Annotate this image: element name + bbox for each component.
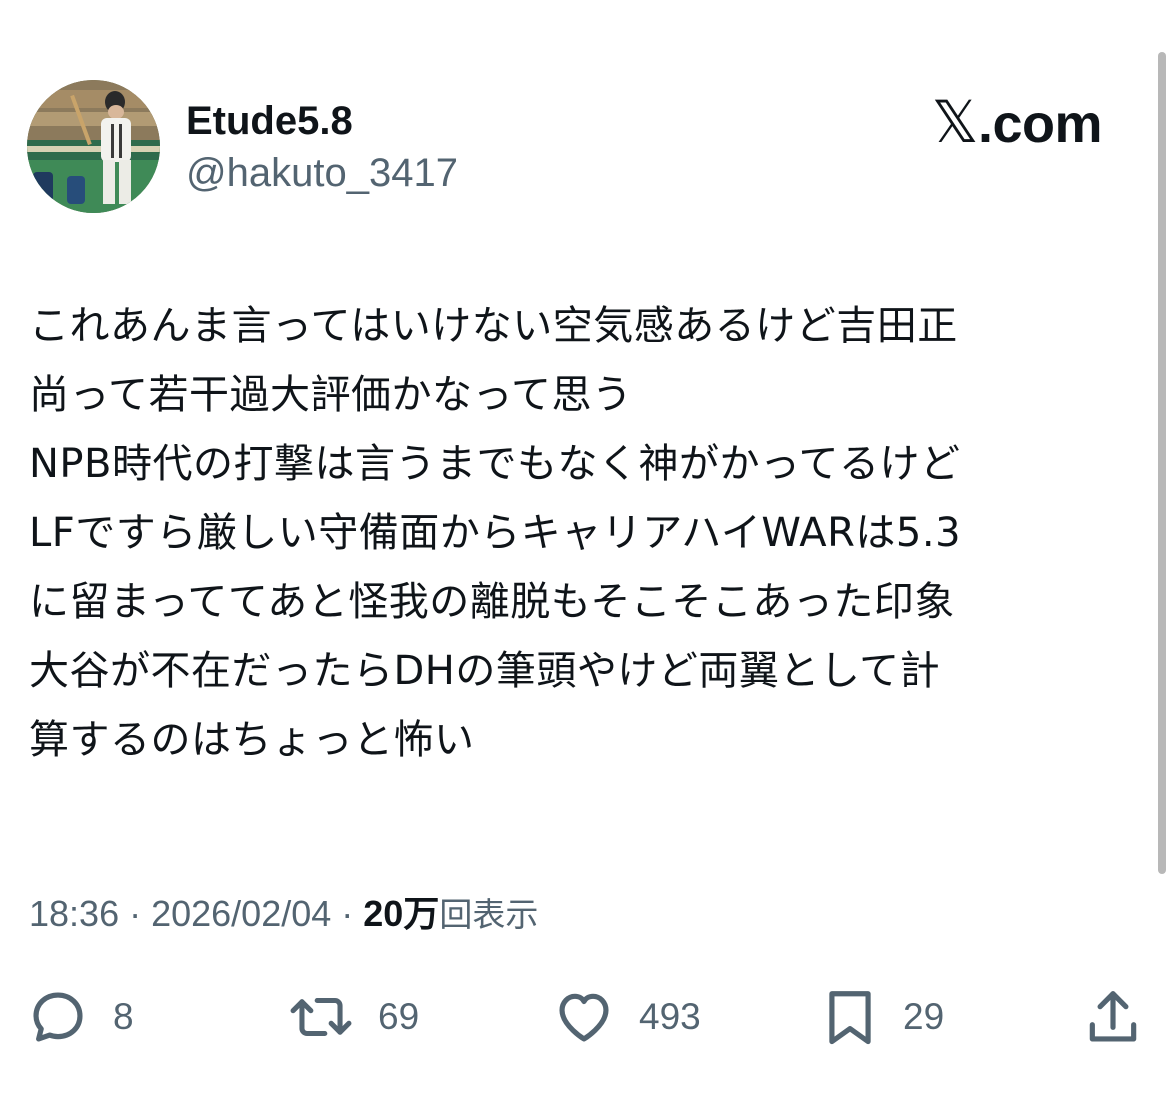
views-count[interactable]: 20万	[363, 893, 439, 934]
post-text-line: NPB時代の打撃は言うまでもなく神がかってるけど	[29, 441, 961, 487]
avatar[interactable]	[27, 80, 160, 213]
post-text-line: 大谷が不在だったらDHの筆頭やけど両翼として計	[29, 648, 941, 694]
post-text-line: 尚って若干過大評価かなって思う	[29, 372, 633, 418]
repost-icon	[290, 997, 352, 1037]
like-button[interactable]: 493	[553, 985, 701, 1049]
meta-separator: ·	[119, 893, 152, 934]
post-meta: 18:36 · 2026/02/04 · 20万回表示	[29, 892, 538, 937]
display-name[interactable]: Etude5.8	[186, 98, 353, 144]
like-count: 493	[639, 996, 701, 1037]
reply-icon	[33, 992, 83, 1042]
bookmark-icon	[829, 991, 871, 1045]
post-text-line: これあんま言ってはいけない空気感あるけど吉田正	[29, 303, 958, 349]
reply-button[interactable]: 8	[27, 985, 134, 1049]
heart-icon	[559, 993, 609, 1042]
bookmark-count: 29	[903, 996, 945, 1037]
x-logo-icon: 𝕏	[931, 88, 979, 156]
post-time[interactable]: 18:36	[29, 893, 119, 934]
repost-count: 69	[378, 996, 420, 1037]
post-text-line: に留まっててあと怪我の離脱もそこそこあった印象	[29, 579, 955, 625]
bookmark-button[interactable]: 29	[821, 985, 944, 1049]
post-date[interactable]: 2026/02/04	[151, 893, 331, 934]
action-bar: 8 69 493 29	[0, 985, 1170, 1049]
post-text-line: 算するのはちょっと怖い	[29, 717, 475, 763]
share-button[interactable]	[1084, 985, 1142, 1049]
views-label: 回表示	[439, 895, 539, 934]
post-text: これあんま言ってはいけない空気感あるけど吉田正 尚って若干過大評価かなって思う …	[29, 292, 1154, 775]
share-icon	[1089, 991, 1137, 1042]
brand-domain-text: .com	[977, 94, 1103, 154]
reply-count: 8	[113, 996, 134, 1037]
post-text-line: LFですら厳しい守備面からキャリアハイWARは5.3	[29, 510, 962, 556]
repost-button[interactable]: 69	[288, 985, 419, 1049]
scrollbar[interactable]	[1158, 52, 1166, 874]
meta-separator: ·	[331, 893, 364, 934]
x-com-logo: 𝕏.com	[932, 92, 1103, 154]
user-handle[interactable]: @hakuto_3417	[186, 150, 458, 196]
